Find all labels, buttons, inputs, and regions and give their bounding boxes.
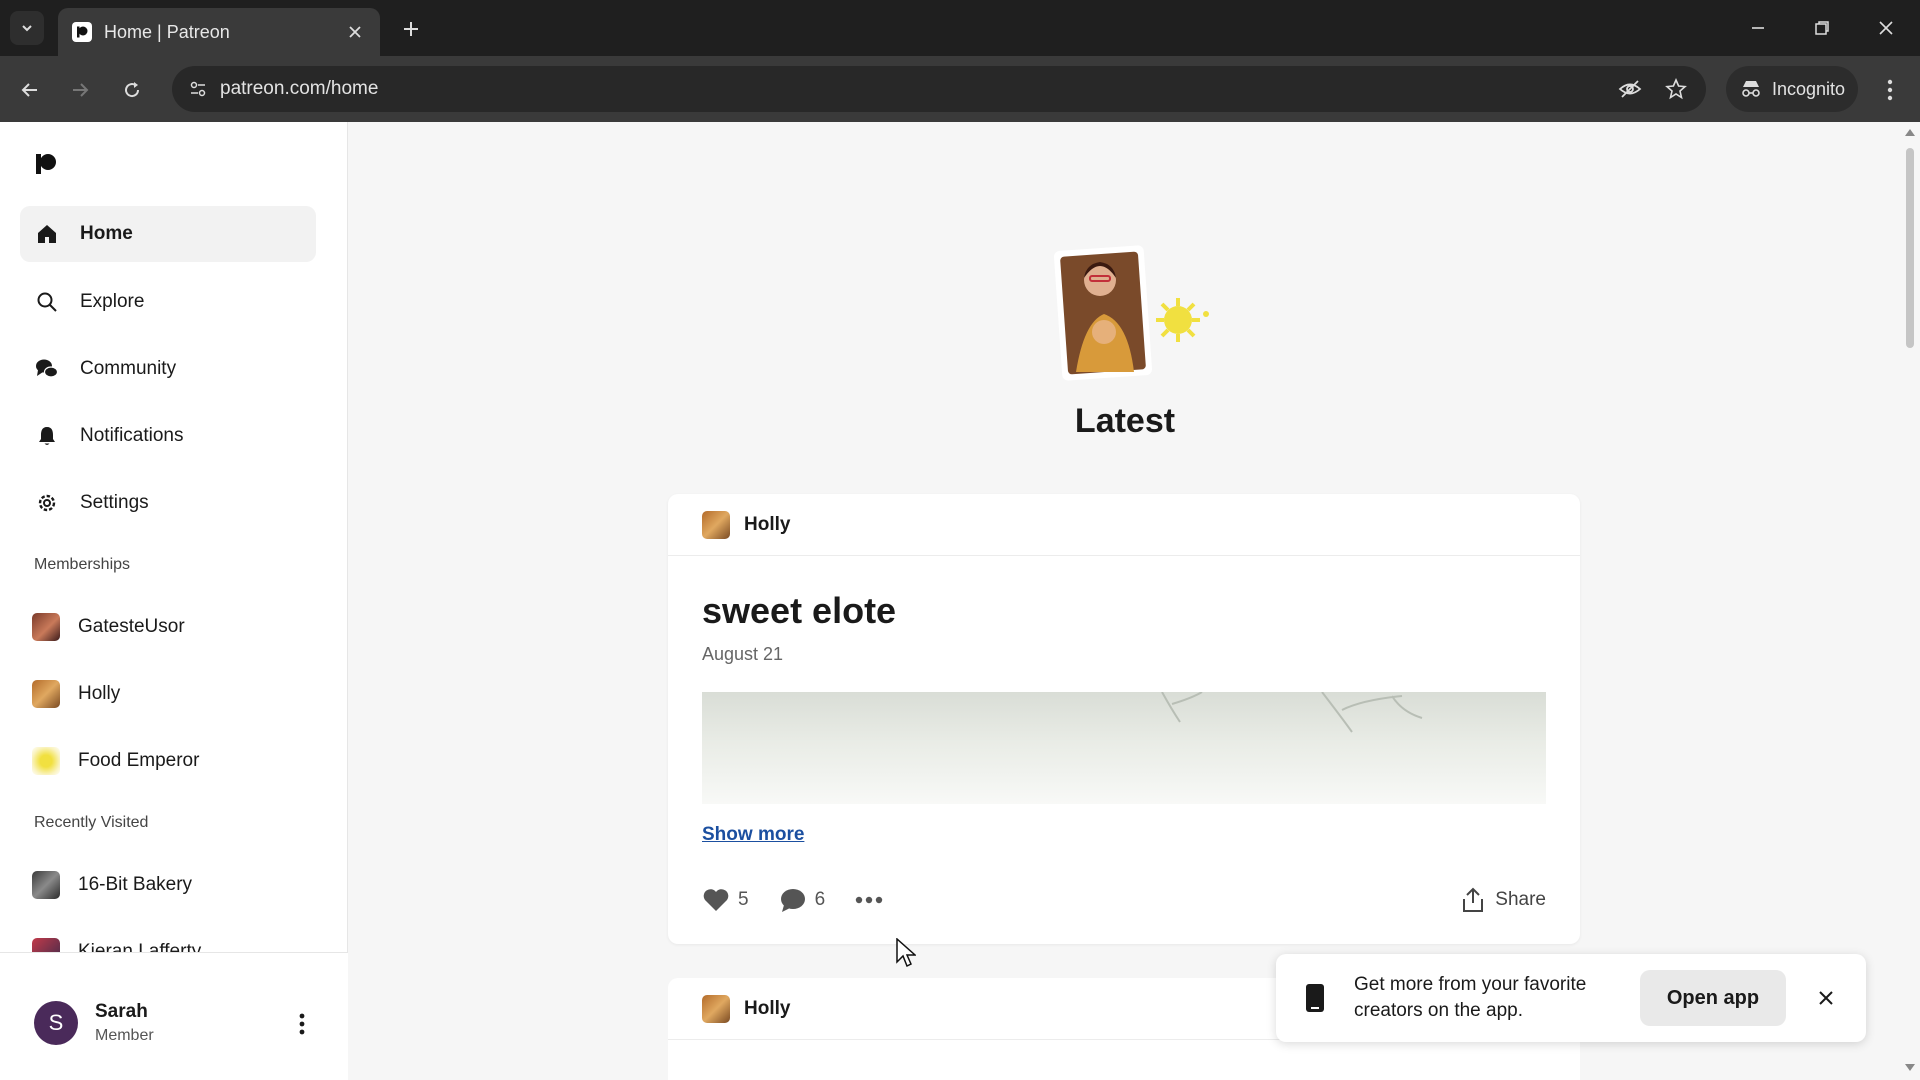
patreon-favicon-icon: [72, 22, 92, 42]
chat-bubbles-icon: [34, 356, 60, 382]
comment-count: 6: [814, 889, 826, 910]
site-info-icon[interactable]: [182, 73, 214, 105]
close-icon[interactable]: [1812, 984, 1840, 1012]
post-creator-header[interactable]: Holly: [668, 494, 1580, 556]
bookmark-star-icon[interactable]: [1660, 73, 1692, 105]
membership-label: GatesteUsor: [78, 616, 185, 637]
heart-icon: [703, 889, 729, 911]
back-arrow-icon[interactable]: [12, 72, 48, 108]
post-card: Holly sweet elote August 21 Show more 5 …: [668, 494, 1580, 944]
new-tab-plus-icon[interactable]: [396, 14, 426, 44]
scroll-thumb[interactable]: [1906, 148, 1914, 348]
more-vertical-icon[interactable]: [290, 1009, 314, 1039]
post-title[interactable]: sweet elote: [702, 590, 896, 632]
sidebar-item-home[interactable]: Home: [20, 206, 316, 262]
avatar: [32, 871, 60, 899]
patreon-page: Home Explore Community Notifications Set…: [0, 122, 1920, 1080]
reload-icon[interactable]: [114, 72, 150, 108]
browser-tab[interactable]: Home | Patreon: [58, 8, 380, 56]
gear-icon: [34, 490, 60, 516]
incognito-label: Incognito: [1772, 78, 1846, 99]
url-text: patreon.com/home: [220, 78, 379, 99]
avatar: [702, 994, 730, 1023]
avatar: [702, 510, 730, 539]
minimize-icon[interactable]: [1742, 12, 1774, 44]
share-label: Share: [1495, 889, 1546, 910]
sidebar-item-label: Community: [80, 358, 177, 379]
browser-toolbar: patreon.com/home Incognito: [0, 56, 1920, 122]
tab-close-icon[interactable]: [344, 21, 366, 43]
incognito-icon: [1742, 81, 1760, 97]
browser-menu-icon[interactable]: [1872, 72, 1908, 108]
like-count: 5: [738, 889, 749, 910]
scroll-down-icon[interactable]: [1904, 1062, 1916, 1074]
creator-name: Holly: [744, 997, 791, 1019]
forward-arrow-icon[interactable]: [62, 72, 98, 108]
page-scrollbar[interactable]: [1900, 122, 1920, 1080]
membership-label: Holly: [78, 683, 121, 704]
user-account-footer: S Sarah Member: [0, 952, 348, 1080]
open-app-banner: Get more from your favorite creators on …: [1276, 954, 1866, 1042]
membership-item-food-emperor[interactable]: Food Emperor: [20, 733, 316, 789]
user-name: Sarah: [95, 1001, 148, 1022]
chevron-down-icon: [22, 25, 32, 32]
address-bar[interactable]: patreon.com/home: [172, 66, 1706, 112]
post-date: August 21: [702, 644, 784, 664]
like-button[interactable]: 5: [702, 887, 749, 913]
avatar: [32, 613, 60, 641]
tab-title: Home | Patreon: [104, 21, 230, 42]
memberships-heading: Memberships: [34, 556, 131, 573]
scroll-up-icon[interactable]: [1904, 126, 1916, 138]
sidebar: Home Explore Community Notifications Set…: [0, 122, 348, 1080]
avatar[interactable]: S: [34, 1001, 78, 1045]
comment-button[interactable]: 6: [779, 887, 826, 913]
latest-illustration: [1053, 244, 1214, 384]
restore-icon[interactable]: [1806, 12, 1838, 44]
patreon-logo-icon[interactable]: [34, 152, 60, 178]
eye-off-icon[interactable]: [1614, 73, 1646, 105]
incognito-indicator[interactable]: Incognito: [1726, 66, 1858, 112]
sidebar-item-label: Home: [80, 223, 133, 244]
show-more-link[interactable]: Show more: [702, 824, 804, 846]
membership-label: Food Emperor: [78, 750, 200, 771]
post-image[interactable]: [702, 692, 1546, 804]
post-actions: 5 6: [702, 882, 903, 918]
tab-search-button[interactable]: [10, 11, 44, 45]
creator-name: Holly: [744, 513, 791, 535]
share-icon: [1463, 887, 1484, 912]
phone-icon: [1306, 984, 1324, 1012]
browser-tab-bar: Home | Patreon: [0, 0, 1920, 56]
membership-item-gatesteusor[interactable]: GatesteUsor: [20, 599, 316, 655]
sidebar-item-settings[interactable]: Settings: [20, 475, 316, 531]
recent-item-16-bit-bakery[interactable]: 16-Bit Bakery: [20, 857, 316, 913]
sidebar-item-label: Explore: [80, 291, 145, 312]
banner-text: Get more from your favorite creators on …: [1354, 974, 1587, 1021]
avatar: [32, 747, 60, 775]
open-app-button[interactable]: Open app: [1640, 970, 1786, 1026]
membership-item-holly[interactable]: Holly: [20, 666, 316, 722]
sidebar-item-explore[interactable]: Explore: [20, 274, 316, 330]
comment-icon: [780, 889, 805, 912]
mouse-cursor-icon: [896, 938, 916, 968]
recently-visited-heading: Recently Visited: [34, 814, 149, 831]
recent-label: 16-Bit Bakery: [78, 874, 193, 895]
sidebar-item-label: Settings: [80, 492, 149, 513]
user-role: Member: [95, 1027, 154, 1044]
page-title: Latest: [1074, 402, 1176, 440]
more-options-icon[interactable]: [855, 896, 883, 904]
close-window-icon[interactable]: [1870, 12, 1902, 44]
share-button[interactable]: Share: [1461, 882, 1546, 918]
sidebar-item-community[interactable]: Community: [20, 341, 316, 397]
avatar: [32, 680, 60, 708]
search-icon: [34, 289, 60, 315]
home-icon: [34, 221, 60, 247]
